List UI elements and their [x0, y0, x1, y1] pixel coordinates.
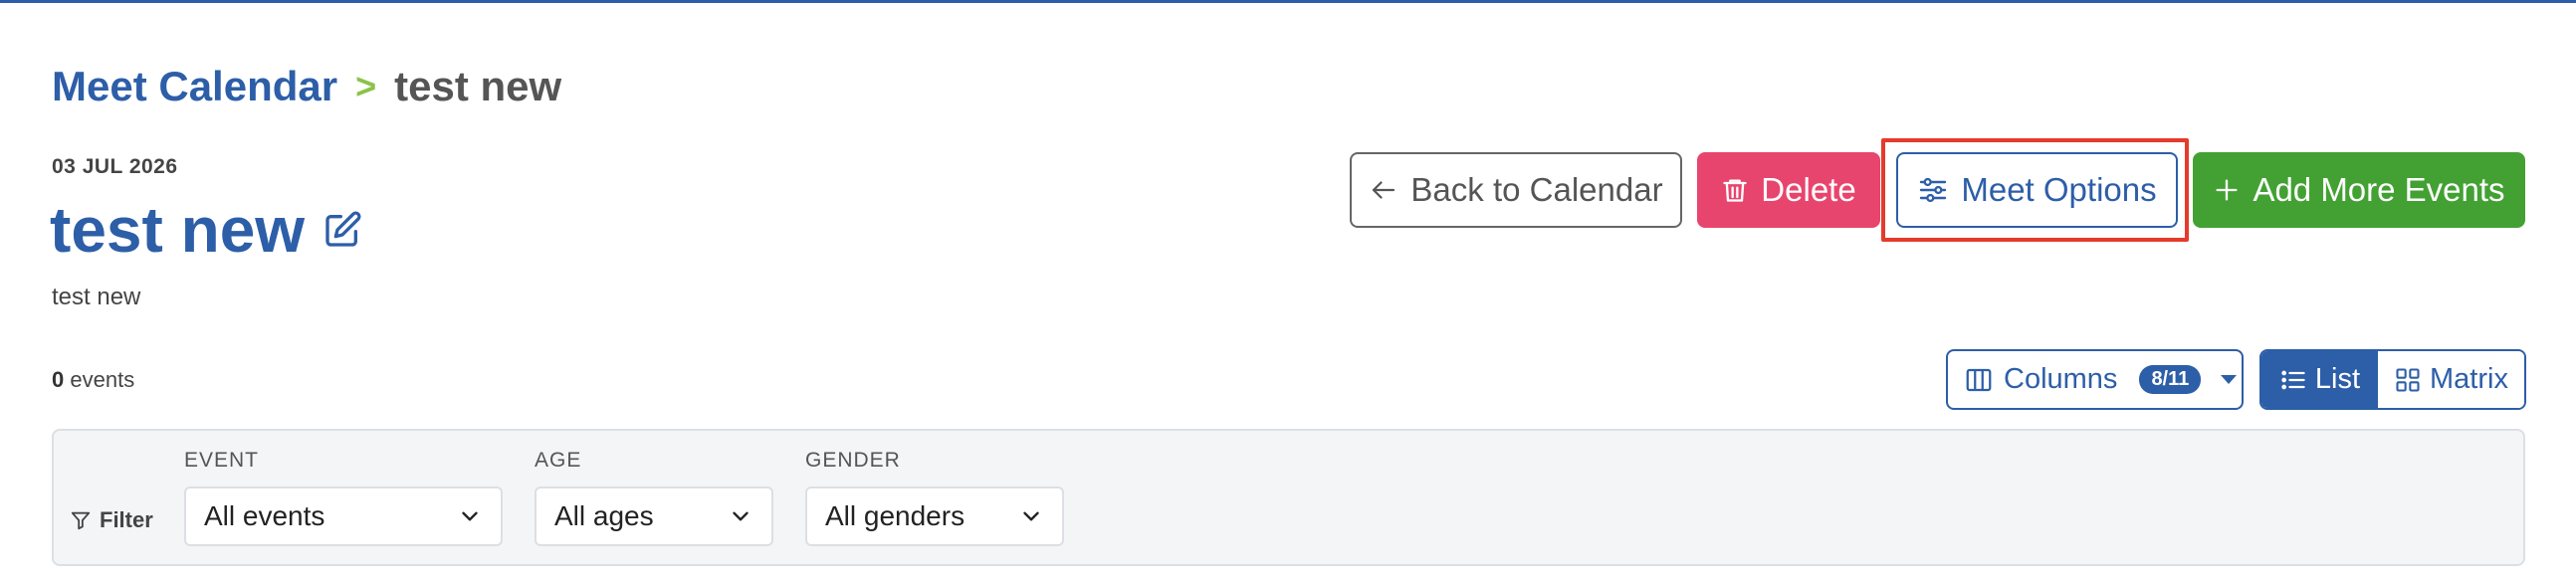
list-icon [2279, 366, 2307, 394]
events-count-label: events [70, 367, 135, 392]
columns-dropdown-button[interactable]: Columns 8/11 [1946, 349, 2244, 410]
event-select[interactable]: All events [184, 486, 503, 546]
breadcrumb: Meet Calendar > test new [52, 61, 561, 112]
add-more-events-label: Add More Events [2253, 171, 2505, 208]
view-toggle: List Matrix [2259, 349, 2526, 410]
trash-icon [1721, 175, 1749, 205]
meet-description: test new [52, 284, 141, 310]
event-filter-caption: EVENT [184, 449, 260, 472]
columns-count-badge: 8/11 [2139, 365, 2202, 394]
meet-options-label: Meet Options [1961, 171, 2157, 208]
gender-select-value: All genders [825, 500, 966, 531]
meet-date: 03 JUL 2026 [52, 155, 178, 178]
chevron-down-icon [457, 503, 483, 529]
edit-icon[interactable] [321, 208, 364, 252]
view-list-button[interactable]: List [2261, 351, 2378, 408]
gender-select[interactable]: All genders [805, 486, 1064, 546]
sliders-icon [1917, 174, 1949, 206]
events-count-number: 0 [52, 367, 65, 392]
view-list-label: List [2314, 363, 2361, 395]
meet-title-row: test new [50, 194, 364, 266]
meet-options-button[interactable]: Meet Options [1896, 152, 2178, 228]
age-filter-caption: AGE [535, 449, 582, 472]
chevron-down-icon [1018, 503, 1044, 529]
breadcrumb-current: test new [394, 63, 562, 109]
delete-button[interactable]: Delete [1697, 152, 1880, 228]
add-more-events-button[interactable]: Add More Events [2193, 152, 2525, 228]
filter-label-text: Filter [100, 507, 153, 532]
delete-label: Delete [1761, 171, 1856, 208]
age-select[interactable]: All ages [535, 486, 773, 546]
filter-icon [70, 509, 92, 531]
filter-label: Filter [70, 507, 153, 533]
grid-icon [2394, 366, 2422, 394]
back-to-calendar-button[interactable]: Back to Calendar [1350, 152, 1682, 228]
back-to-calendar-label: Back to Calendar [1410, 171, 1663, 208]
breadcrumb-separator: > [355, 66, 377, 106]
plus-icon [2213, 176, 2241, 204]
columns-icon [1964, 365, 1994, 395]
events-count: 0 events [52, 367, 134, 393]
view-matrix-label: Matrix [2430, 363, 2508, 395]
view-matrix-button[interactable]: Matrix [2378, 351, 2524, 408]
page-title: test new [50, 194, 306, 266]
gender-filter-caption: GENDER [805, 449, 901, 472]
columns-label: Columns [2004, 363, 2118, 395]
caret-down-icon [2221, 375, 2238, 384]
event-select-value: All events [204, 500, 325, 531]
breadcrumb-meet-calendar-link[interactable]: Meet Calendar [52, 63, 337, 110]
age-select-value: All ages [554, 500, 654, 531]
chevron-down-icon [728, 503, 753, 529]
arrow-left-icon [1369, 175, 1398, 205]
